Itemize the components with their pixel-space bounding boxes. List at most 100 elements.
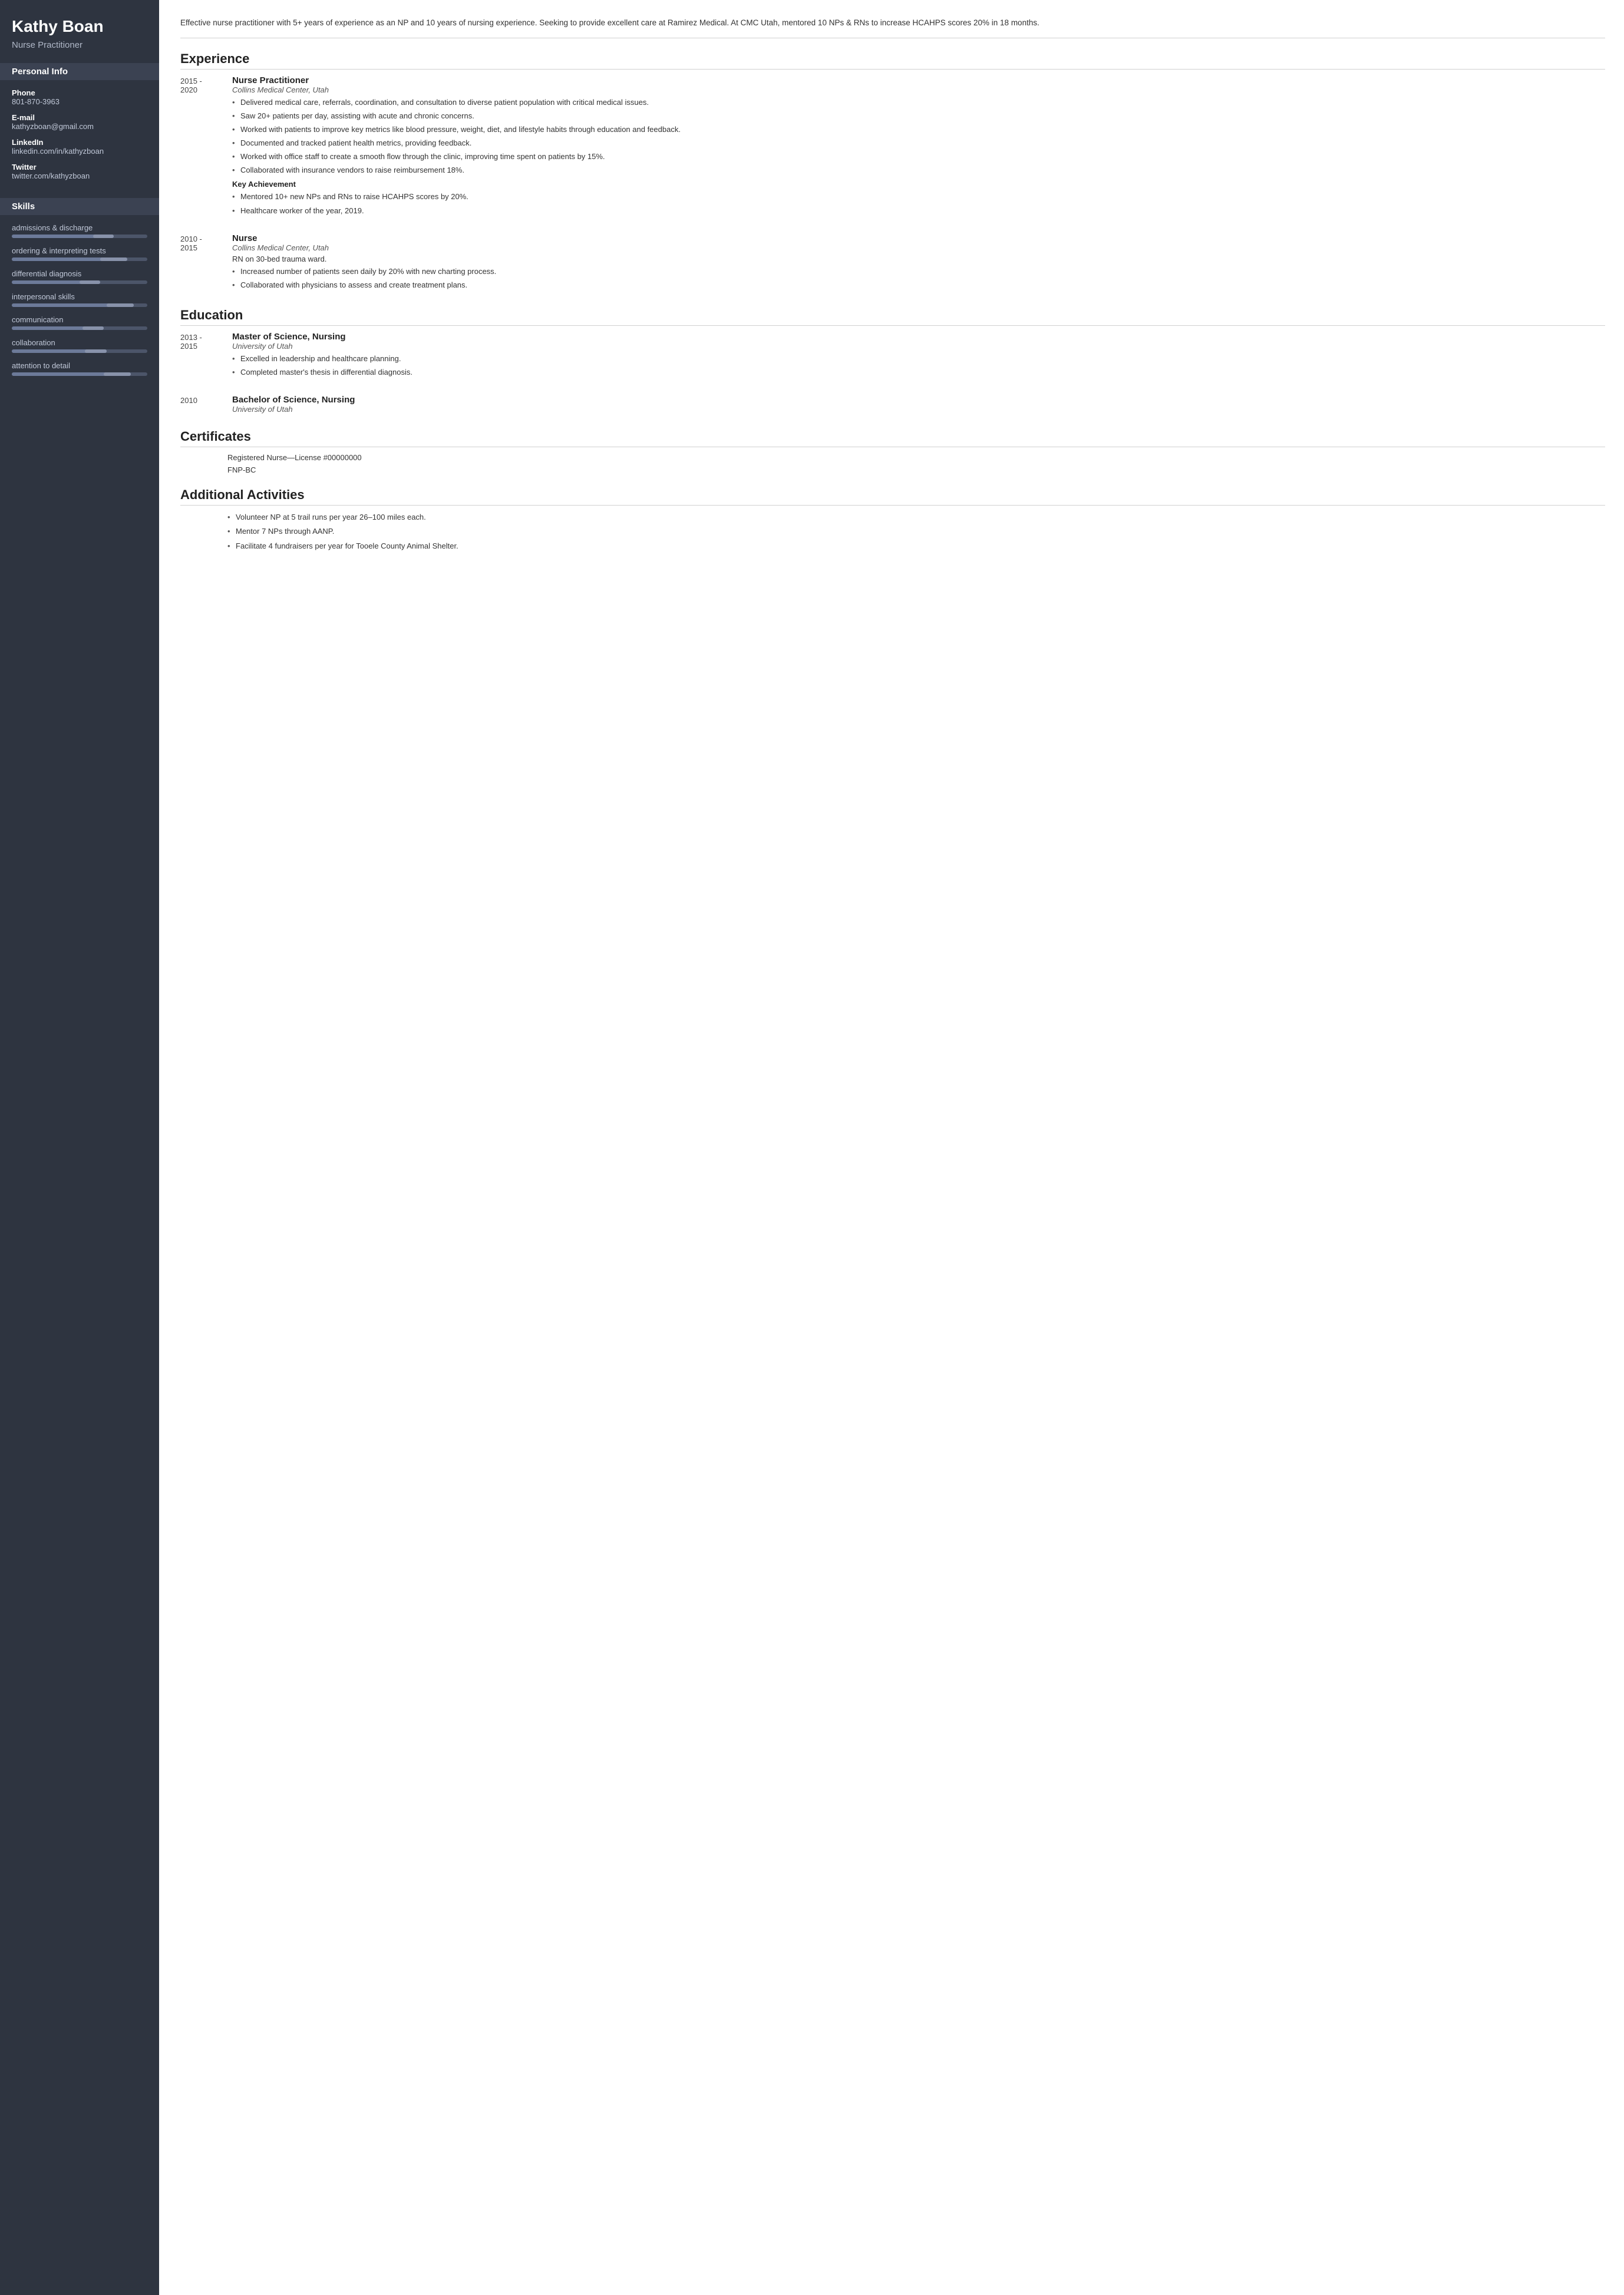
personal-info-header: Personal Info bbox=[0, 63, 159, 80]
education-entries: 2013 - 2015 Master of Science, Nursing U… bbox=[180, 332, 1605, 416]
contact-item: LinkedInlinkedin.com/in/kathyzboan bbox=[12, 138, 147, 156]
candidate-name: Kathy Boan bbox=[12, 16, 147, 37]
degree-title: Bachelor of Science, Nursing bbox=[232, 395, 1605, 405]
education-section: Education 2013 - 2015 Master of Science,… bbox=[180, 308, 1605, 416]
skill-bar-bg bbox=[12, 235, 147, 238]
skill-bar-dark bbox=[93, 235, 114, 238]
education-entry: 2013 - 2015 Master of Science, Nursing U… bbox=[180, 332, 1605, 382]
skill-item: admissions & discharge bbox=[12, 223, 147, 238]
certificates-title: Certificates bbox=[180, 429, 1605, 447]
entry-job-title: Nurse Practitioner bbox=[232, 75, 1605, 85]
skill-item: attention to detail bbox=[12, 361, 147, 376]
skill-bar-bg bbox=[12, 280, 147, 284]
contact-value: kathyzboan@gmail.com bbox=[12, 122, 147, 131]
skill-bar-bg bbox=[12, 303, 147, 307]
contact-label: Twitter bbox=[12, 163, 147, 171]
contacts-container: Phone801-870-3963 E-mailkathyzboan@gmail.… bbox=[12, 88, 147, 187]
contact-item: E-mailkathyzboan@gmail.com bbox=[12, 113, 147, 131]
entry-dates: 2010 bbox=[180, 395, 222, 416]
skill-item: communication bbox=[12, 315, 147, 330]
contact-value: linkedin.com/in/kathyzboan bbox=[12, 147, 147, 156]
certificates-section: Certificates Registered Nurse—License #0… bbox=[180, 429, 1605, 474]
entry-content: Nurse Collins Medical Center, Utah RN on… bbox=[232, 233, 1605, 295]
skill-bar-dark bbox=[82, 326, 104, 330]
skill-bar-dark bbox=[107, 303, 134, 307]
entry-company: Collins Medical Center, Utah bbox=[232, 85, 1605, 94]
contact-item: Twittertwitter.com/kathyzboan bbox=[12, 163, 147, 180]
skill-bar-dark bbox=[104, 372, 131, 376]
skill-name: ordering & interpreting tests bbox=[12, 246, 147, 255]
entry-job-title: Nurse bbox=[232, 233, 1605, 243]
entry-description: RN on 30-bed trauma ward. bbox=[232, 255, 1605, 263]
school-name: University of Utah bbox=[232, 342, 1605, 351]
skill-item: differential diagnosis bbox=[12, 269, 147, 284]
candidate-title: Nurse Practitioner bbox=[12, 40, 147, 50]
summary: Effective nurse practitioner with 5+ yea… bbox=[180, 16, 1605, 38]
skill-name: differential diagnosis bbox=[12, 269, 147, 278]
skill-bar-bg bbox=[12, 257, 147, 261]
entry-bullet: Collaborated with insurance vendors to r… bbox=[232, 164, 1605, 176]
entry-bullet: Collaborated with physicians to assess a… bbox=[232, 279, 1605, 291]
edu-bullet: Completed master's thesis in differentia… bbox=[232, 366, 1605, 378]
education-entry: 2010 Bachelor of Science, Nursing Univer… bbox=[180, 395, 1605, 416]
skills-section: Skills admissions & discharge ordering &… bbox=[12, 198, 147, 384]
edu-bullets: Excelled in leadership and healthcare pl… bbox=[232, 353, 1605, 378]
skill-name: communication bbox=[12, 315, 147, 324]
entry-bullets: Delivered medical care, referrals, coord… bbox=[232, 97, 1605, 177]
experience-entries: 2015 - 2020 Nurse Practitioner Collins M… bbox=[180, 75, 1605, 295]
main-content: Effective nurse practitioner with 5+ yea… bbox=[159, 0, 1624, 2295]
activities-list: Volunteer NP at 5 trail runs per year 26… bbox=[227, 511, 1605, 552]
sidebar: Kathy Boan Nurse Practitioner Personal I… bbox=[0, 0, 159, 2295]
cert-item: Registered Nurse—License #00000000 bbox=[227, 453, 1605, 462]
activity-bullet: Facilitate 4 fundraisers per year for To… bbox=[227, 540, 1605, 552]
skill-item: ordering & interpreting tests bbox=[12, 246, 147, 261]
degree-title: Master of Science, Nursing bbox=[232, 332, 1605, 342]
skill-name: admissions & discharge bbox=[12, 223, 147, 232]
skill-bar-dark bbox=[80, 280, 100, 284]
skill-bar-bg bbox=[12, 372, 147, 376]
key-achievement-bullet: Mentored 10+ new NPs and RNs to raise HC… bbox=[232, 191, 1605, 203]
activity-bullet: Mentor 7 NPs through AANP. bbox=[227, 526, 1605, 537]
entry-content: Master of Science, Nursing University of… bbox=[232, 332, 1605, 382]
entry-bullet: Documented and tracked patient health me… bbox=[232, 137, 1605, 149]
skill-bar-dark bbox=[100, 257, 127, 261]
contact-label: E-mail bbox=[12, 113, 147, 122]
entry-bullet: Worked with patients to improve key metr… bbox=[232, 124, 1605, 136]
key-achievement-bullets: Mentored 10+ new NPs and RNs to raise HC… bbox=[232, 191, 1605, 216]
entry-dates: 2015 - 2020 bbox=[180, 75, 222, 220]
experience-entry: 2015 - 2020 Nurse Practitioner Collins M… bbox=[180, 75, 1605, 220]
entry-bullet: Delivered medical care, referrals, coord… bbox=[232, 97, 1605, 108]
contact-item: Phone801-870-3963 bbox=[12, 88, 147, 106]
skills-container: admissions & discharge ordering & interp… bbox=[12, 223, 147, 376]
skill-bar-bg bbox=[12, 349, 147, 353]
entry-company: Collins Medical Center, Utah bbox=[232, 243, 1605, 252]
key-achievement-label: Key Achievement bbox=[232, 180, 1605, 189]
entry-bullet: Worked with office staff to create a smo… bbox=[232, 151, 1605, 163]
contact-value: 801-870-3963 bbox=[12, 97, 147, 106]
activities-title: Additional Activities bbox=[180, 487, 1605, 506]
skill-name: interpersonal skills bbox=[12, 292, 147, 301]
skill-name: attention to detail bbox=[12, 361, 147, 370]
skill-bar-bg bbox=[12, 326, 147, 330]
school-name: University of Utah bbox=[232, 405, 1605, 414]
entry-bullets: Increased number of patients seen daily … bbox=[232, 266, 1605, 291]
activities-section: Additional Activities Volunteer NP at 5 … bbox=[180, 487, 1605, 552]
skill-name: collaboration bbox=[12, 338, 147, 347]
skill-item: collaboration bbox=[12, 338, 147, 353]
entry-bullet: Saw 20+ patients per day, assisting with… bbox=[232, 110, 1605, 122]
entry-bullet: Increased number of patients seen daily … bbox=[232, 266, 1605, 278]
contact-value: twitter.com/kathyzboan bbox=[12, 171, 147, 180]
entry-content: Bachelor of Science, Nursing University … bbox=[232, 395, 1605, 416]
skills-header: Skills bbox=[0, 198, 159, 215]
experience-entry: 2010 - 2015 Nurse Collins Medical Center… bbox=[180, 233, 1605, 295]
activity-bullet: Volunteer NP at 5 trail runs per year 26… bbox=[227, 511, 1605, 523]
entry-dates: 2013 - 2015 bbox=[180, 332, 222, 382]
education-title: Education bbox=[180, 308, 1605, 326]
cert-list: Registered Nurse—License #00000000 FNP-BC bbox=[227, 453, 1605, 474]
cert-item: FNP-BC bbox=[227, 465, 1605, 474]
entry-content: Nurse Practitioner Collins Medical Cente… bbox=[232, 75, 1605, 220]
skill-item: interpersonal skills bbox=[12, 292, 147, 307]
entry-dates: 2010 - 2015 bbox=[180, 233, 222, 295]
contact-label: LinkedIn bbox=[12, 138, 147, 147]
experience-section: Experience 2015 - 2020 Nurse Practitione… bbox=[180, 51, 1605, 295]
